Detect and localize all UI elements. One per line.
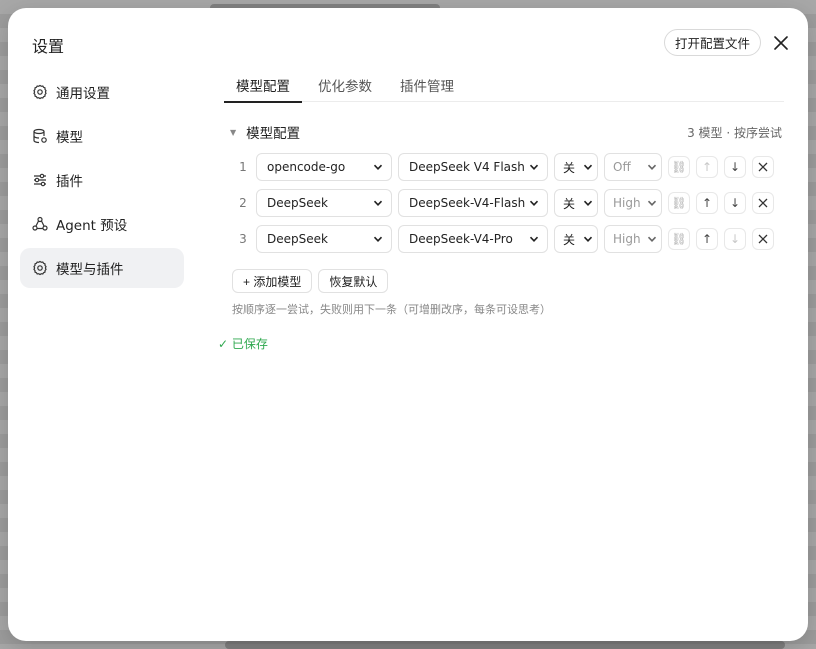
row-number: 1 [239, 160, 247, 174]
model-row: 1 opencode-go DeepSeek V4 Flash 关 Off ⛓ … [234, 153, 780, 181]
close-icon [774, 36, 788, 50]
row-number: 3 [239, 232, 247, 246]
sidebar-item-general[interactable]: 通用设置 [20, 72, 184, 112]
agent-icon [32, 216, 48, 232]
move-up-icon[interactable]: ↑ [696, 192, 718, 214]
hint-text: 按顺序逐一尝试，失败则用下一条（可增删改序，每条可设思考） [232, 303, 551, 316]
provider-select[interactable]: DeepSeek [256, 189, 392, 217]
section-meta: 3 模型 · 按序尝试 [687, 125, 782, 140]
provider-select[interactable]: opencode-go [256, 153, 392, 181]
row-actions: + 添加模型 恢复默认 [232, 269, 394, 293]
database-icon [32, 128, 48, 144]
move-down-icon[interactable]: ↓ [724, 228, 746, 250]
sidebar: 通用设置 模型 插件 Agent 预设 模型与插件 [20, 72, 184, 292]
provider-select[interactable]: DeepSeek [256, 225, 392, 253]
sidebar-item-plugins[interactable]: 插件 [20, 160, 184, 200]
move-down-icon[interactable]: ↓ [724, 156, 746, 178]
row-number: 2 [239, 196, 247, 210]
model-select[interactable]: DeepSeek V4 Flash [398, 153, 548, 181]
tab-bar: 模型配置 优化参数 插件管理 [224, 68, 784, 103]
sidebar-item-models[interactable]: 模型 [20, 116, 184, 156]
chevron-down-icon [373, 198, 383, 208]
chevron-down-icon [583, 234, 593, 244]
chevron-down-icon [583, 162, 593, 172]
open-config-file-button[interactable]: 打开配置文件 [664, 29, 762, 56]
tab-model-config[interactable]: 模型配置 [224, 68, 302, 103]
sidebar-item-label: 模型 [56, 130, 83, 146]
tab-optimization-params[interactable]: 优化参数 [306, 68, 384, 102]
model-select[interactable]: DeepSeek-V4-Pro [398, 225, 548, 253]
sidebar-item-label: 模型与插件 [56, 262, 124, 278]
gear-icon [32, 84, 48, 100]
chevron-down-icon [373, 162, 383, 172]
delete-row-icon[interactable] [752, 192, 774, 214]
chevron-down-icon [647, 198, 657, 208]
sidebar-item-models-plugins[interactable]: 模型与插件 [20, 248, 184, 288]
effort-select[interactable]: High [604, 225, 662, 253]
section-title: 模型配置 [246, 126, 301, 142]
collapse-caret-icon[interactable]: ▼ [230, 128, 236, 137]
add-model-button[interactable]: + 添加模型 [232, 269, 313, 293]
link-icon[interactable]: ⛓ [668, 192, 690, 214]
effort-select[interactable]: High [604, 189, 662, 217]
thinking-select[interactable]: 关 [554, 189, 598, 217]
sidebar-item-agent-presets[interactable]: Agent 预设 [20, 204, 184, 244]
link-icon[interactable]: ⛓ [668, 228, 690, 250]
chevron-down-icon [647, 162, 657, 172]
reset-default-button[interactable]: 恢复默认 [318, 269, 389, 293]
sliders-icon [32, 172, 48, 188]
close-button[interactable] [770, 32, 792, 54]
chevron-down-icon [373, 234, 383, 244]
delete-row-icon[interactable] [752, 156, 774, 178]
delete-row-icon[interactable] [752, 228, 774, 250]
move-down-icon[interactable]: ↓ [724, 192, 746, 214]
saved-status: ✓ 已保存 [218, 337, 268, 351]
thinking-select[interactable]: 关 [554, 225, 598, 253]
sidebar-item-label: 通用设置 [56, 86, 110, 102]
chevron-down-icon [529, 198, 539, 208]
chevron-down-icon [529, 234, 539, 244]
chevron-down-icon [647, 234, 657, 244]
chevron-down-icon [583, 198, 593, 208]
model-select[interactable]: DeepSeek-V4-Flash [398, 189, 548, 217]
thinking-select[interactable]: 关 [554, 153, 598, 181]
dialog-title: 设置 [32, 37, 65, 56]
effort-select[interactable]: Off [604, 153, 662, 181]
settings-dialog: 设置 打开配置文件 通用设置 模型 插件 Agent 预设 模型与插件 模型配置… [8, 8, 808, 641]
model-row: 3 DeepSeek DeepSeek-V4-Pro 关 High ⛓ ↑ ↓ [234, 225, 780, 253]
link-icon[interactable]: ⛓ [668, 156, 690, 178]
sidebar-item-label: Agent 预设 [56, 218, 128, 234]
move-up-icon[interactable]: ↑ [696, 156, 718, 178]
gear-icon [32, 260, 48, 276]
section-header[interactable]: ▼ 模型配置 3 模型 · 按序尝试 [230, 122, 782, 143]
sidebar-item-label: 插件 [56, 174, 83, 190]
model-row: 2 DeepSeek DeepSeek-V4-Flash 关 High ⛓ ↑ … [234, 189, 780, 217]
chevron-down-icon [529, 162, 539, 172]
tab-plugin-management[interactable]: 插件管理 [388, 68, 466, 102]
move-up-icon[interactable]: ↑ [696, 228, 718, 250]
